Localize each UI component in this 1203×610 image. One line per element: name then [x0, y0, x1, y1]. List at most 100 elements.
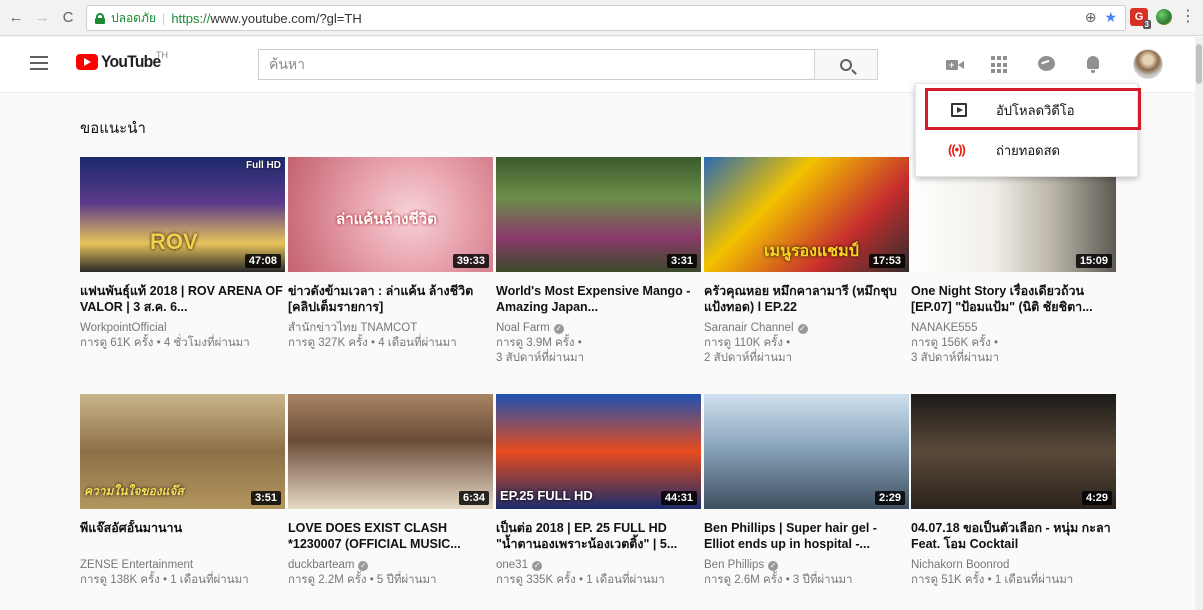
video-title[interactable]: แฟนพันธุ์แท้ 2018 | ROV ARENA OF VALOR |… [80, 283, 285, 315]
video-card[interactable]: 15:09 One Night Story เรื่องเดียวถ้วน [E… [911, 157, 1116, 366]
thumbnail-text: ROV [150, 229, 198, 254]
video-card[interactable]: ล่าแค้นล้างชีวิต 39:33 ข่าวดังข้ามเวลา :… [288, 157, 493, 351]
hamburger-menu-icon[interactable] [30, 56, 48, 70]
video-meta: การดู 156K ครั้ง • [911, 337, 999, 349]
search-button[interactable] [814, 49, 878, 80]
verified-check-icon: ✓ [797, 323, 808, 334]
video-thumbnail[interactable]: Full HD ROV 47:08 [80, 157, 285, 272]
search-icon [840, 58, 852, 71]
extension-icon[interactable]: G3 [1130, 8, 1151, 29]
video-title[interactable]: เป็นต่อ 2018 | EP. 25 FULL HD "น้ำตานองเ… [496, 520, 701, 552]
video-card[interactable]: Full HD ROV 47:08 แฟนพันธุ์แท้ 2018 | RO… [80, 157, 285, 351]
logo-text: YouTube [101, 52, 161, 71]
secure-label: ปลอดภัย [111, 10, 156, 25]
thumbnail-text: เมนูรองแชมป์ [764, 243, 859, 260]
duration-badge: 44:31 [660, 491, 697, 505]
video-meta: การดู 2.2M ครั้ง • 5 ปีที่ผ่านมา [288, 574, 437, 586]
video-meta: การดู 2.6M ครั้ง • 3 ปีที่ผ่านมา [704, 574, 853, 586]
back-button[interactable]: ← [6, 8, 26, 28]
youtube-logo[interactable]: YouTube TH [76, 50, 168, 72]
verified-check-icon: ✓ [358, 560, 369, 571]
video-thumbnail[interactable]: 6:34 [288, 394, 493, 509]
video-thumbnail[interactable]: 3:31 [496, 157, 701, 272]
url-protocol: https:// [171, 10, 211, 26]
video-title[interactable]: LOVE DOES EXIST CLASH *1230007 (OFFICIAL… [288, 520, 493, 552]
channel-name[interactable]: one31 ✓ [496, 558, 701, 573]
url-text: www.youtube.com/?gl=TH [210, 10, 362, 26]
url-separator: | [161, 10, 166, 26]
duration-badge: 2:29 [874, 491, 905, 505]
video-meta: การดู 110K ครั้ง • [704, 337, 791, 349]
video-thumbnail[interactable]: 4:29 [911, 394, 1116, 509]
duration-badge: 47:08 [244, 254, 281, 268]
video-meta: การดู 51K ครั้ง • 1 เดือนที่ผ่านมา [911, 574, 1074, 586]
video-title[interactable]: พีแจ๊สอัศอั้นมานาน [80, 520, 285, 552]
video-meta-age: 2 สัปดาห์ที่ผ่านมา [704, 352, 793, 364]
video-card[interactable]: 2:29 Ben Phillips | Super hair gel - Ell… [704, 394, 909, 588]
scrollbar-track[interactable] [1195, 37, 1203, 610]
video-meta-age: 3 สัปดาห์ที่ผ่านมา [496, 352, 585, 364]
video-title[interactable]: ครัวคุณหอย หมึกคาลามารี (หมึกชุบแป้งทอด)… [704, 283, 909, 315]
video-meta-age: 3 สัปดาห์ที่ผ่านมา [911, 352, 1000, 364]
highlight-annotation-box [925, 88, 1141, 130]
video-card[interactable]: EP.25 FULL HD 44:31 เป็นต่อ 2018 | EP. 2… [496, 394, 701, 588]
video-title[interactable]: One Night Story เรื่องเดียวถ้วน [EP.07] … [911, 283, 1116, 315]
channel-name[interactable]: สำนักข่าวไทย TNAMCOT [288, 321, 493, 336]
channel-name[interactable]: Nichakorn Boonrod [911, 558, 1116, 573]
video-title[interactable]: Ben Phillips | Super hair gel - Elliot e… [704, 520, 909, 552]
search-input[interactable]: ค้นหา [258, 49, 814, 80]
video-card[interactable]: ความในใจของแจ๊ส 3:51 พีแจ๊สอัศอั้นมานาน … [80, 394, 285, 588]
video-title[interactable]: 04.07.18 ขอเป็นตัวเลือก - หนุ่ม กะลา Fea… [911, 520, 1116, 552]
video-card[interactable]: 4:29 04.07.18 ขอเป็นตัวเลือก - หนุ่ม กะล… [911, 394, 1116, 588]
apps-grid-icon[interactable] [991, 56, 1009, 74]
video-meta: การดู 335K ครั้ง • 1 เดือนที่ผ่านมา [496, 574, 665, 586]
region-code: TH [156, 50, 168, 60]
extension-count-badge: 3 [1142, 20, 1151, 29]
channel-name[interactable]: duckbarteam ✓ [288, 558, 493, 573]
video-title[interactable]: World's Most Expensive Mango - Amazing J… [496, 283, 701, 315]
channel-name[interactable]: Saranair Channel ✓ [704, 321, 909, 336]
channel-name[interactable]: Ben Phillips ✓ [704, 558, 909, 573]
lock-icon [95, 12, 105, 24]
bookmark-star-icon[interactable]: ★ [1104, 9, 1117, 26]
thumbnail-text: ล่าแค้นล้างชีวิต [336, 211, 437, 228]
reload-icon: C [62, 9, 74, 26]
back-arrow-icon: ← [8, 9, 24, 26]
video-meta: การดู 327K ครั้ง • 4 เดือนที่ผ่านมา [288, 337, 457, 349]
thumbnail-text: ความในใจของแจ๊ส [84, 484, 184, 498]
channel-name[interactable]: WorkpointOfficial [80, 321, 285, 336]
verified-check-icon: ✓ [531, 560, 542, 571]
reload-button[interactable]: C [58, 8, 78, 28]
duration-badge: 39:33 [452, 254, 489, 268]
channel-name[interactable]: Noal Farm ✓ [496, 321, 701, 336]
video-card[interactable]: เมนูรองแชมป์ 17:53 ครัวคุณหอย หมึกคาลามา… [704, 157, 909, 366]
video-thumbnail[interactable]: เมนูรองแชมป์ 17:53 [704, 157, 909, 272]
forward-button[interactable]: → [32, 8, 52, 28]
notifications-bell-icon[interactable] [1085, 56, 1103, 74]
avatar[interactable] [1133, 49, 1163, 79]
messages-icon[interactable] [1038, 56, 1056, 74]
video-title[interactable]: ข่าวดังข้ามเวลา : ล่าแค้น ล้างชีวิต [คลิ… [288, 283, 493, 315]
video-meta: การดู 61K ครั้ง • 4 ชั่วโมงที่ผ่านมา [80, 337, 250, 349]
channel-name[interactable]: ZENSE Entertainment [80, 558, 285, 573]
duration-badge: 15:09 [1075, 254, 1112, 268]
scrollbar-thumb[interactable] [1196, 44, 1202, 84]
video-thumbnail[interactable]: 2:29 [704, 394, 909, 509]
channel-name[interactable]: NANAKE555 [911, 321, 1116, 336]
create-video-icon[interactable]: + [946, 56, 964, 74]
zoom-icon[interactable]: ⊕ [1085, 9, 1097, 26]
address-bar[interactable]: ปลอดภัย | https:// www.youtube.com/?gl=T… [86, 5, 1126, 31]
video-thumbnail[interactable]: ความในใจของแจ๊ส 3:51 [80, 394, 285, 509]
video-thumbnail[interactable]: ล่าแค้นล้างชีวิต 39:33 [288, 157, 493, 272]
video-card[interactable]: 3:31 World's Most Expensive Mango - Amaz… [496, 157, 701, 366]
video-card[interactable]: 6:34 LOVE DOES EXIST CLASH *1230007 (OFF… [288, 394, 493, 588]
section-title: ขอแนะนำ [80, 120, 146, 137]
duration-badge: 17:53 [868, 254, 905, 268]
browser-menu-icon[interactable]: ⋮ [1180, 9, 1196, 25]
forward-arrow-icon: → [34, 9, 50, 26]
video-thumbnail[interactable]: EP.25 FULL HD 44:31 [496, 394, 701, 509]
menu-item-go-live[interactable]: ((•)) ถ่ายทอดสด [916, 130, 1139, 170]
verified-check-icon: ✓ [768, 560, 779, 571]
globe-extension-icon[interactable] [1156, 9, 1172, 25]
duration-badge: 6:34 [458, 491, 489, 505]
